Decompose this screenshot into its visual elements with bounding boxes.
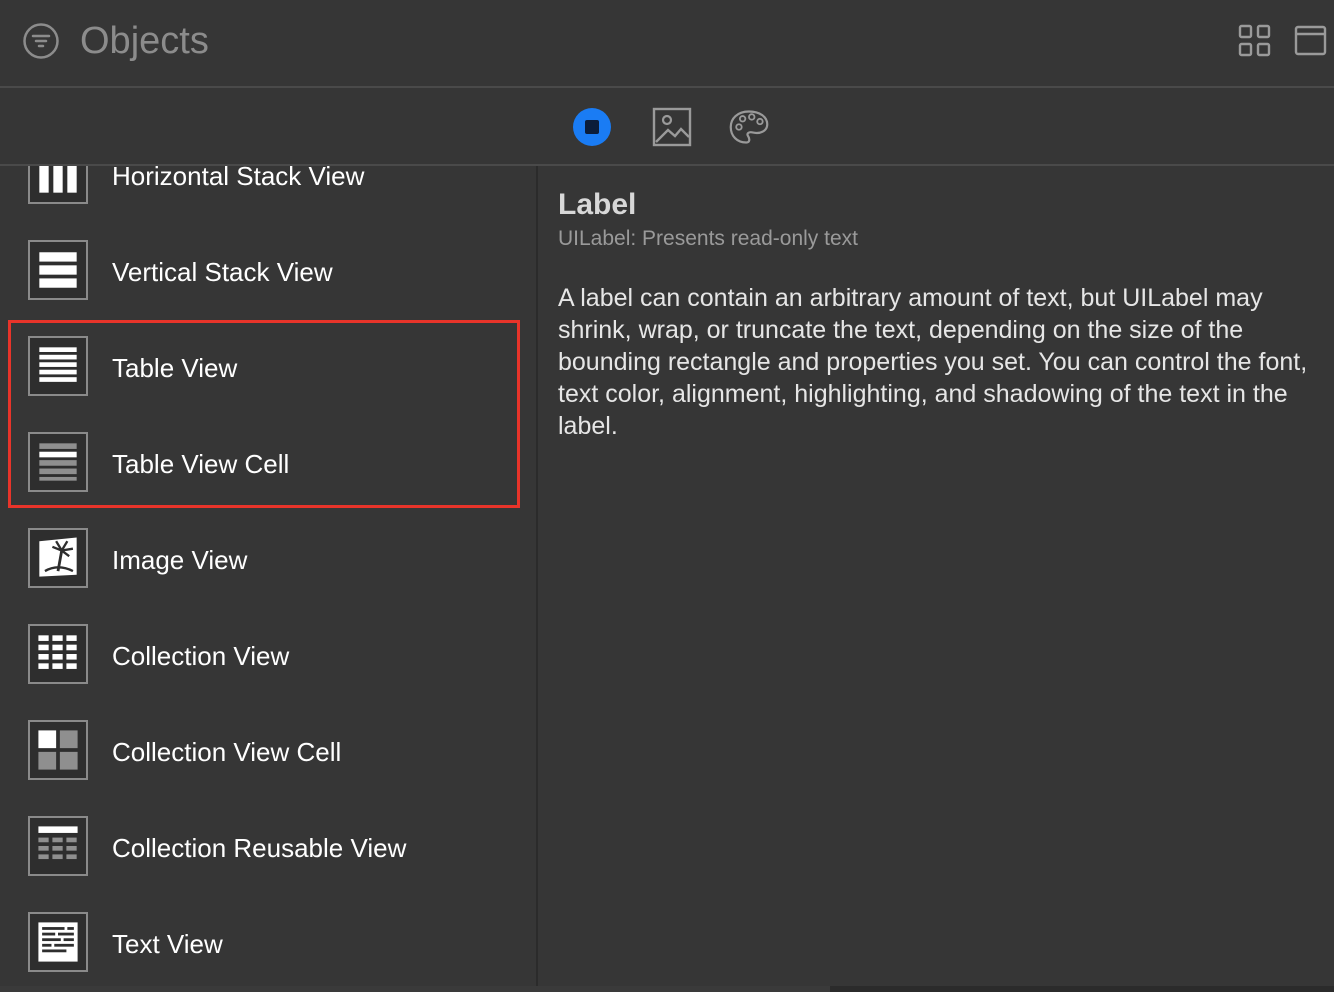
- list-item-collection-view-cell[interactable]: Collection View Cell: [0, 704, 536, 800]
- library-header: Objects: [0, 0, 1334, 88]
- bottom-edge: [0, 986, 1334, 992]
- window-icon[interactable]: [1294, 24, 1328, 58]
- color-palette-icon[interactable]: [728, 106, 770, 148]
- table-view-icon: [28, 336, 88, 396]
- list-item-horizontal-stack-view[interactable]: Horizontal Stack View: [0, 166, 536, 224]
- text-view-icon: [28, 912, 88, 972]
- image-view-icon: [28, 528, 88, 588]
- library-segment-bar: [0, 88, 1334, 166]
- list-item-table-view-cell[interactable]: Table View Cell: [0, 416, 536, 512]
- list-item-label: Image View: [112, 545, 248, 575]
- detail-title: Label: [558, 188, 637, 221]
- list-item-label: Collection Reusable View: [112, 833, 407, 863]
- vertical-stack-view-icon: [28, 240, 88, 300]
- library-title: Objects: [80, 20, 209, 62]
- list-item-table-view[interactable]: Table View: [0, 320, 536, 416]
- media-library-icon[interactable]: [651, 106, 693, 148]
- detail-subtitle: UILabel: Presents read-only text: [558, 227, 858, 250]
- list-item-label: Table View Cell: [112, 449, 290, 479]
- list-item-vertical-stack-view[interactable]: Vertical Stack View: [0, 224, 536, 320]
- objects-library-icon[interactable]: [571, 106, 613, 148]
- list-item-collection-reusable-view[interactable]: Collection Reusable View: [0, 800, 536, 896]
- grid-view-icon[interactable]: [1238, 24, 1272, 58]
- collection-view-icon: [28, 624, 88, 684]
- list-item-collection-view[interactable]: Collection View: [0, 608, 536, 704]
- list-item-label: Collection View: [112, 641, 290, 671]
- list-item-label: Table View: [112, 353, 238, 383]
- list-item-image-view[interactable]: Image View: [0, 512, 536, 608]
- collection-reusable-view-icon: [28, 816, 88, 876]
- object-list: Horizontal Stack View Vertical Stack Vie…: [0, 166, 536, 986]
- object-detail-pane: Label UILabel: Presents read-only text A…: [558, 186, 1308, 442]
- filter-circle-icon[interactable]: [22, 22, 60, 60]
- list-item-label: Collection View Cell: [112, 737, 342, 767]
- collection-view-cell-icon: [28, 720, 88, 780]
- list-item-label: Horizontal Stack View: [112, 166, 365, 191]
- detail-description: A label can contain an arbitrary amount …: [558, 284, 1308, 440]
- list-item-text-view[interactable]: Text View: [0, 896, 536, 986]
- list-item-label: Text View: [112, 929, 223, 959]
- pane-divider[interactable]: [536, 166, 538, 986]
- list-item-label: Vertical Stack View: [112, 257, 333, 287]
- table-view-cell-icon: [28, 432, 88, 492]
- horizontal-stack-view-icon: [28, 166, 88, 204]
